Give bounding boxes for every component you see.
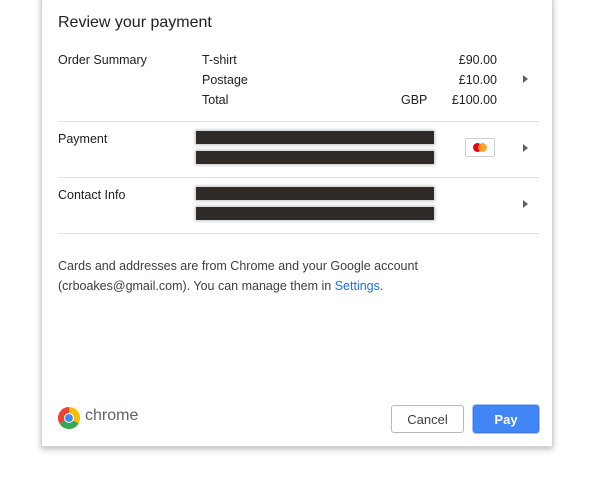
contact-info-label: Contact Info	[58, 188, 126, 202]
cancel-button[interactable]: Cancel	[391, 405, 464, 433]
payment-section[interactable]: Payment	[58, 121, 539, 178]
redacted-card-details	[196, 151, 434, 164]
order-total-amount: £100.00	[451, 93, 497, 107]
redacted-contact-name	[196, 187, 434, 200]
dialog-title: Review your payment	[58, 14, 212, 31]
payment-label: Payment	[58, 132, 108, 146]
order-summary-section[interactable]: Order Summary T-shirt £90.00 Postage £10…	[58, 42, 539, 122]
order-item-name: Postage	[202, 73, 248, 87]
mastercard-icon	[465, 138, 495, 157]
expand-arrow-icon[interactable]	[523, 200, 528, 208]
order-item-amount: £10.00	[458, 73, 497, 87]
order-summary-label: Order Summary	[58, 53, 147, 67]
note-text-end: .	[379, 279, 384, 293]
expand-arrow-icon[interactable]	[523, 75, 528, 83]
chrome-brand-text: chrome	[85, 407, 139, 424]
redacted-card-name	[196, 131, 434, 144]
account-note: Cards and addresses are from Chrome and …	[58, 256, 528, 296]
settings-link[interactable]: Settings	[335, 279, 380, 293]
payment-dialog: Review your payment Order Summary T-shir…	[41, 0, 553, 447]
order-total-label: Total	[202, 93, 229, 107]
contact-info-section[interactable]: Contact Info	[58, 177, 539, 234]
pay-button[interactable]: Pay	[473, 405, 539, 433]
expand-arrow-icon[interactable]	[523, 144, 528, 152]
mastercard-orange-circle	[478, 143, 487, 152]
redacted-contact-details	[196, 207, 434, 220]
order-item-amount: £90.00	[458, 53, 497, 67]
order-item-name: T-shirt	[202, 53, 237, 67]
chrome-logo-icon	[58, 407, 80, 429]
